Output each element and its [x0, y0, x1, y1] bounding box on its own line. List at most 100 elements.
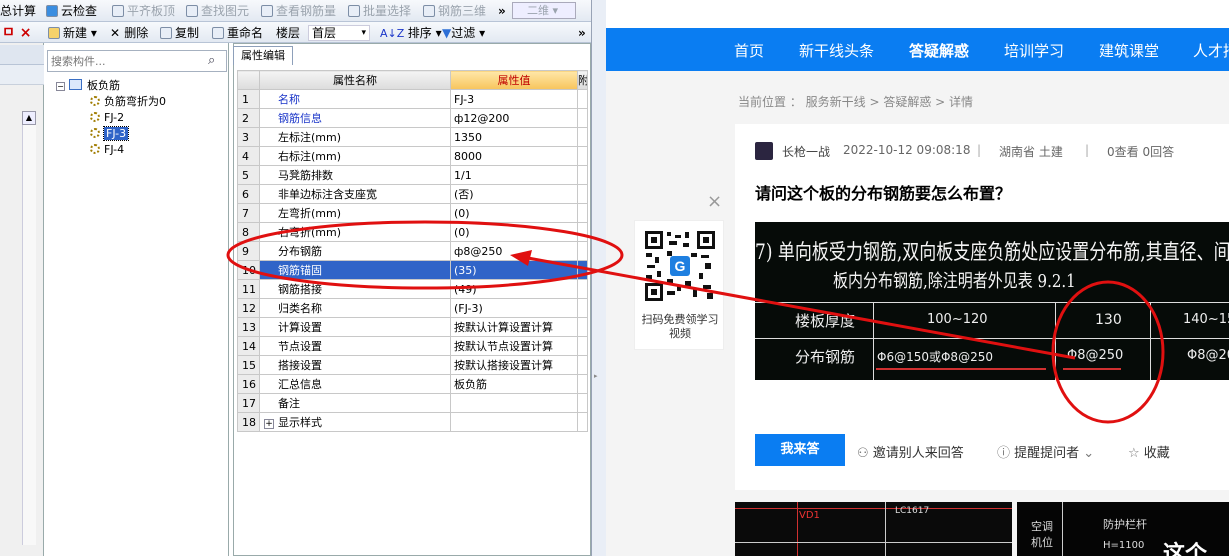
scroll-up-button[interactable]: ▲ — [22, 111, 36, 125]
cad-label: 空调 — [1031, 520, 1053, 533]
property-value[interactable] — [450, 412, 578, 432]
table-row[interactable]: 3 左标注(mm) 1350 — [237, 127, 588, 147]
author-name[interactable]: 长枪一战 — [782, 143, 830, 160]
rename-button[interactable]: 重命名 — [212, 25, 263, 41]
window-splitter[interactable]: ▸ — [591, 0, 606, 556]
nav-qa[interactable]: 答疑解惑 — [909, 40, 969, 61]
filter-button[interactable]: ▼过滤 ▾ — [442, 25, 485, 41]
nav-training[interactable]: 培训学习 — [1004, 40, 1064, 61]
toolbar-more[interactable]: » — [498, 3, 506, 19]
cad-label: VD1 — [799, 510, 820, 521]
remind-button[interactable]: ⓘ 提醒提问者 ⌄ — [997, 442, 1094, 461]
table-row[interactable]: 10 钢筋锚固 (35) — [237, 260, 588, 280]
post-location: 湖南省 土建 — [999, 145, 1063, 159]
property-value[interactable]: 板负筋 — [450, 374, 578, 394]
nav-talent[interactable]: 人才招 — [1193, 40, 1229, 61]
splitter-arrow-icon[interactable]: ▸ — [594, 372, 598, 380]
sort-button[interactable]: A↓Z 排序 ▾ — [380, 25, 442, 41]
property-value[interactable]: (49) — [450, 279, 578, 299]
question-image[interactable]: 7) 单向板受力钢筋,双向板支座负筋处应设置分布筋,其直径、间距见表 9 板内分… — [755, 222, 1229, 380]
property-value[interactable] — [450, 393, 578, 413]
align-slab-top-button[interactable]: 平齐板顶 — [112, 3, 175, 19]
tree-root[interactable]: − 板负筋 — [56, 79, 120, 93]
property-name: 名称 — [259, 89, 451, 109]
row-number: 9 — [237, 241, 260, 261]
copy-button[interactable]: 复制 — [160, 25, 199, 41]
property-value[interactable]: 按默认节点设置计算 — [450, 336, 578, 356]
batch-select-button[interactable]: 批量选择 — [348, 3, 411, 19]
property-value[interactable]: 8000 — [450, 146, 578, 166]
row-number: 1 — [237, 89, 260, 109]
table-row[interactable]: 7 左弯折(mm) (0) — [237, 203, 588, 223]
toolbar2-more[interactable]: » — [578, 25, 586, 41]
cad-label: 这个 — [1163, 542, 1208, 556]
cad-line — [735, 542, 1012, 543]
table-row[interactable]: 5 马凳筋排数 1/1 — [237, 165, 588, 185]
property-value[interactable]: (否) — [450, 184, 578, 204]
related-image[interactable]: 空调 机位 防护栏杆 H=1100 这个 — [1017, 502, 1229, 556]
nav-classroom[interactable]: 建筑课堂 — [1099, 40, 1159, 61]
table-row[interactable]: 18 + 显示样式 — [237, 412, 588, 432]
new-button[interactable]: 新建 ▾ — [48, 25, 97, 41]
property-value[interactable]: (0) — [450, 203, 578, 223]
table-row[interactable]: 14 节点设置 按默认节点设置计算 — [237, 336, 588, 356]
close-icon[interactable]: × — [707, 191, 722, 212]
table-row[interactable]: 2 钢筋信息 ф12@200 — [237, 108, 588, 128]
find-element-button[interactable]: 查找图元 — [186, 3, 249, 19]
table-row[interactable]: 16 汇总信息 板负筋 — [237, 374, 588, 394]
cloud-check-button[interactable]: 云检查 — [46, 3, 97, 19]
property-value[interactable]: (35) — [450, 260, 578, 280]
expand-icon[interactable]: + — [264, 418, 274, 429]
property-value[interactable]: (0) — [450, 222, 578, 242]
view-mode-select[interactable]: 二维 ▾ — [512, 2, 576, 19]
filter-icon: ▼ — [442, 26, 452, 40]
search-icon[interactable]: ⌕ — [208, 53, 215, 68]
property-value[interactable]: 1350 — [450, 127, 578, 147]
row-number: 15 — [237, 355, 260, 375]
tree-item[interactable]: FJ-2 — [90, 111, 124, 125]
extra-cell — [577, 393, 588, 413]
table-row[interactable]: 15 搭接设置 按默认搭接设置计算 — [237, 355, 588, 375]
invite-button[interactable]: ⚇ 邀请别人来回答 — [857, 442, 964, 461]
table-row[interactable]: 12 归类名称 (FJ-3) — [237, 298, 588, 318]
rename-icon — [212, 27, 224, 39]
nav-headlines[interactable]: 新干线头条 — [799, 40, 874, 61]
cad-line — [1062, 502, 1063, 556]
table-row[interactable]: 1 名称 FJ-3 — [237, 89, 588, 109]
table-row[interactable]: 9 分布钢筋 ф8@250 — [237, 241, 588, 261]
total-calc-button[interactable]: 总计算 — [0, 3, 36, 19]
answer-button[interactable]: 我来答 — [755, 434, 845, 466]
table-row[interactable]: 17 备注 — [237, 393, 588, 413]
tree-item[interactable]: FJ-4 — [90, 143, 124, 157]
property-value[interactable]: FJ-3 — [450, 89, 578, 109]
cloud-check-icon — [46, 5, 58, 17]
property-value[interactable]: ф8@250 — [450, 241, 578, 261]
table-row[interactable]: 6 非单边标注含支座宽 (否) — [237, 184, 588, 204]
tree-item[interactable]: 负筋弯折为0 — [90, 95, 166, 109]
property-value[interactable]: 按默认搭接设置计算 — [450, 355, 578, 375]
tab-property-edit[interactable]: 属性编辑 — [233, 46, 293, 65]
tree-item-selected[interactable]: FJ-3 — [90, 126, 130, 141]
table-row[interactable]: 4 右标注(mm) 8000 — [237, 146, 588, 166]
scrollbar-track[interactable] — [22, 125, 36, 545]
rebar-3d-button[interactable]: 钢筋三维 — [423, 3, 486, 19]
table-row[interactable]: 8 右弯折(mm) (0) — [237, 222, 588, 242]
delete-button[interactable]: ✕ 删除 — [110, 25, 148, 41]
property-value[interactable]: 1/1 — [450, 165, 578, 185]
avatar[interactable] — [755, 142, 773, 160]
table-row[interactable]: 13 计算设置 按默认计算设置计算 — [237, 317, 588, 337]
property-value[interactable]: ф12@200 — [450, 108, 578, 128]
view-rebar-button[interactable]: 查看钢筋量 — [261, 3, 336, 19]
extra-cell — [577, 336, 588, 356]
property-value[interactable]: (FJ-3) — [450, 298, 578, 318]
favorite-button[interactable]: ☆ 收藏 — [1128, 442, 1170, 461]
collapse-icon[interactable]: − — [56, 82, 65, 91]
related-image[interactable]: VD1 LC1617 — [735, 502, 1012, 556]
table-row[interactable]: 11 钢筋搭接 (49) — [237, 279, 588, 299]
floor-select[interactable]: 首层 ▾ — [308, 25, 370, 41]
pin-close-icon[interactable]: ㅁ × — [2, 25, 32, 41]
property-value[interactable]: 按默认计算设置计算 — [450, 317, 578, 337]
search-input[interactable] — [47, 50, 227, 72]
row-number: 3 — [237, 127, 260, 147]
nav-home[interactable]: 首页 — [734, 40, 764, 61]
